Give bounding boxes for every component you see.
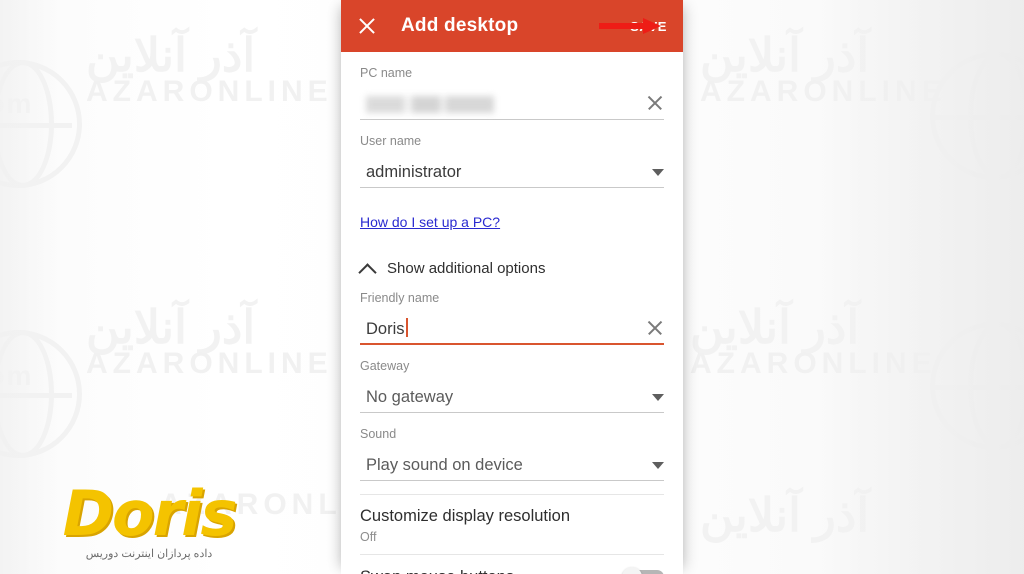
customize-display-resolution-text: Customize display resolution Off: [360, 507, 664, 544]
sound-dropdown[interactable]: Play sound on device: [360, 451, 664, 481]
pc-name-value-redacted: [366, 96, 646, 113]
friendly-name-input-row[interactable]: Doris: [360, 315, 664, 345]
swap-mouse-buttons-toggle[interactable]: [620, 567, 664, 574]
customize-display-resolution-row[interactable]: Customize display resolution Off: [360, 495, 664, 554]
clear-icon[interactable]: [646, 94, 664, 112]
pc-name-input-row[interactable]: [360, 90, 664, 120]
doris-logo: Doris داده پردازان اینترنت دوریس: [34, 477, 264, 561]
close-icon[interactable]: [355, 14, 379, 38]
chevron-down-icon[interactable]: [652, 169, 664, 176]
field-gateway: Gateway No gateway: [360, 359, 664, 413]
chevron-down-icon[interactable]: [652, 394, 664, 401]
watermark-text-fa: آذر آنلاین: [86, 29, 256, 81]
sound-value: Play sound on device: [366, 456, 523, 474]
text-cursor: [405, 318, 408, 337]
user-name-dropdown[interactable]: administrator: [360, 158, 664, 188]
field-sound: Sound Play sound on device: [360, 427, 664, 481]
customize-display-resolution-subtitle: Off: [360, 530, 377, 544]
user-name-label: User name: [360, 134, 422, 148]
gateway-label: Gateway: [360, 359, 410, 373]
background-shading-right: [814, 0, 1024, 574]
swap-mouse-buttons-title: Swap mouse buttons: [360, 568, 620, 574]
app-bar: Add desktop SAVE: [341, 0, 683, 52]
pc-name-label: PC name: [360, 66, 413, 80]
friendly-name-input[interactable]: Doris: [360, 318, 646, 339]
swap-mouse-buttons-row[interactable]: Swap mouse buttons: [360, 555, 664, 574]
user-name-value: administrator: [366, 163, 462, 181]
swap-mouse-buttons-text: Swap mouse buttons: [360, 568, 620, 574]
watermark-text-en: AZARONLINE: [86, 347, 333, 380]
save-button[interactable]: SAVE: [628, 15, 669, 38]
show-additional-options-toggle[interactable]: Show additional options: [360, 260, 664, 277]
gateway-value: No gateway: [366, 388, 454, 406]
friendly-name-label: Friendly name: [360, 291, 440, 305]
clear-icon[interactable]: [646, 319, 664, 337]
field-friendly-name: Friendly name Doris: [360, 291, 664, 345]
friendly-name-value: Doris: [366, 320, 405, 338]
chevron-up-icon: [360, 261, 375, 276]
chevron-down-icon[interactable]: [652, 462, 664, 469]
customize-display-resolution-title: Customize display resolution: [360, 507, 571, 525]
add-desktop-panel: Add desktop SAVE PC name User name admin…: [341, 0, 683, 574]
doris-logo-wordmark: Doris: [62, 477, 238, 550]
toggle-knob: [622, 567, 642, 574]
gateway-dropdown[interactable]: No gateway: [360, 383, 664, 413]
setup-pc-help-link[interactable]: How do I set up a PC?: [360, 214, 500, 230]
watermark-text-en: AZARONLINE: [86, 75, 333, 108]
page-title: Add desktop: [401, 15, 519, 36]
field-pc-name: PC name: [360, 66, 664, 120]
watermark-text-fa: آذر آنلاین: [86, 301, 256, 353]
sound-label: Sound: [360, 427, 397, 441]
field-user-name: User name administrator: [360, 134, 664, 188]
show-additional-options-label: Show additional options: [387, 260, 546, 277]
add-desktop-form: PC name User name administrator How do I…: [341, 66, 683, 574]
